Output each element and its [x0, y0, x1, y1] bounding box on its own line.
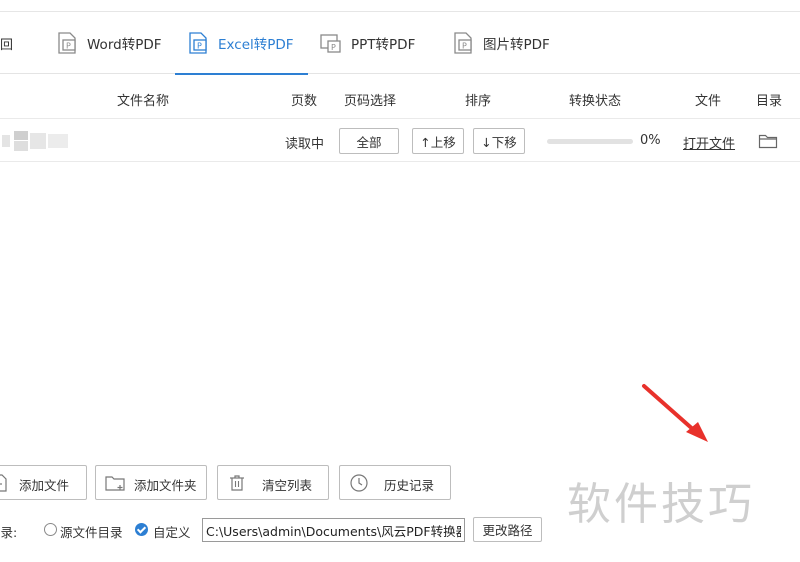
page-select-all-button[interactable]: 全部	[339, 128, 399, 154]
back-button[interactable]: 返回	[0, 34, 13, 53]
ppt-file-icon: P	[320, 34, 341, 53]
tab-label: Word转PDF	[87, 37, 162, 53]
table-row[interactable]: 读取中 全部 ↑上移 ↓下移 0% 打开文件	[0, 120, 800, 162]
watermark-text: 软件技巧	[567, 479, 755, 530]
radio-custom-directory-label[interactable]: 自定义	[153, 522, 191, 541]
svg-text:P: P	[66, 42, 71, 51]
open-file-link[interactable]: 打开文件	[683, 133, 735, 152]
pages-status: 读取中	[285, 137, 325, 152]
output-directory-label: 目录:	[0, 525, 18, 540]
header-file-name: 文件名称	[117, 94, 170, 109]
clock-icon	[350, 474, 368, 492]
add-file-label: 添加文件	[19, 478, 70, 493]
header-file: 文件	[695, 94, 722, 109]
history-label: 历史记录	[384, 478, 435, 493]
radio-source-directory[interactable]	[44, 523, 57, 536]
folder-icon[interactable]	[758, 132, 778, 150]
tab-image-to-pdf[interactable]: P 图片转PDF	[451, 12, 550, 74]
tab-excel-to-pdf[interactable]: P Excel转PDF	[175, 12, 308, 75]
word-file-icon: P	[58, 32, 76, 54]
change-path-button[interactable]: 更改路径	[473, 517, 542, 542]
header-pages: 页数	[291, 94, 318, 109]
add-folder-button[interactable]: 添加文件夹	[95, 465, 207, 500]
add-folder-label: 添加文件夹	[134, 478, 197, 493]
add-folder-icon	[105, 476, 125, 491]
radio-source-directory-label[interactable]: 源文件目录	[60, 522, 123, 541]
svg-text:P: P	[462, 42, 467, 51]
output-path-input[interactable]	[202, 518, 465, 542]
file-table-header: 文件名称 页数 页码选择 排序 转换状态 文件 目录	[0, 75, 800, 119]
header-directory: 目录	[756, 94, 783, 109]
svg-text:P: P	[197, 42, 202, 51]
header-order: 排序	[465, 94, 492, 109]
add-file-icon	[0, 474, 7, 492]
clear-list-button[interactable]: 清空列表	[217, 465, 329, 500]
excel-file-icon: P	[189, 32, 207, 54]
move-down-button[interactable]: ↓下移	[473, 128, 525, 154]
tab-label: Excel转PDF	[218, 37, 294, 53]
conversion-toolbar: 返回 P Word转PDF P Excel转PDF P PPT转PDF P 图	[0, 12, 800, 75]
window-top-strip	[0, 0, 800, 12]
image-file-icon: P	[454, 32, 472, 54]
progress-percent: 0%	[640, 133, 661, 148]
header-status: 转换状态	[569, 94, 622, 109]
header-page-select: 页码选择	[344, 94, 397, 109]
tab-label: 图片转PDF	[483, 37, 550, 53]
blurred-file-name	[2, 131, 68, 151]
tab-word-to-pdf[interactable]: P Word转PDF	[55, 12, 162, 74]
add-file-button[interactable]: 添加文件	[0, 465, 87, 500]
conversion-progress-bar	[547, 139, 633, 144]
svg-text:P: P	[331, 43, 336, 52]
red-arrow-annotation	[642, 384, 708, 442]
tab-ppt-to-pdf[interactable]: P PPT转PDF	[319, 12, 415, 74]
trash-icon	[230, 475, 244, 491]
tab-label: PPT转PDF	[351, 37, 416, 53]
radio-custom-directory[interactable]	[135, 523, 148, 536]
clear-list-label: 清空列表	[262, 478, 313, 493]
move-up-button[interactable]: ↑上移	[412, 128, 464, 154]
history-button[interactable]: 历史记录	[339, 465, 451, 500]
